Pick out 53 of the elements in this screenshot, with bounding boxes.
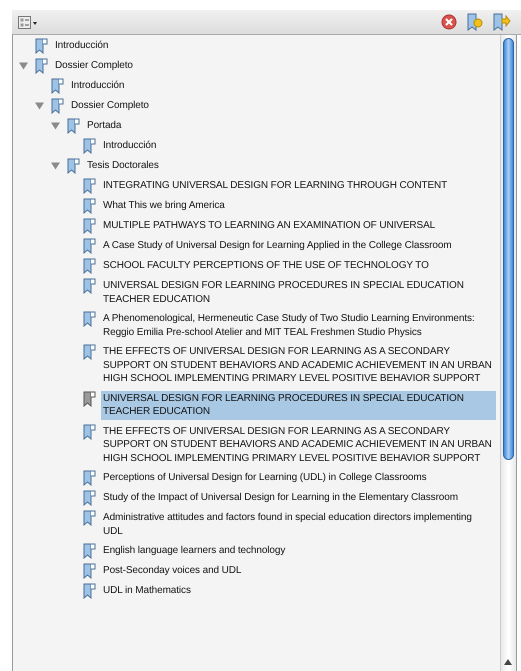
bookmark-icon — [67, 158, 80, 174]
scrollbar[interactable] — [500, 35, 516, 671]
bookmark-item[interactable]: INTEGRATING UNIVERSAL DESIGN FOR LEARNING THROUGH CONTENT — [101, 178, 450, 194]
bookmark-icon — [83, 178, 96, 194]
delete-icon[interactable] — [441, 14, 457, 30]
bookmark-icon — [83, 218, 96, 234]
bookmark-item[interactable]: UDL in Mathematics — [101, 583, 193, 598]
bookmark-icon — [83, 198, 96, 214]
bookmark-item[interactable]: Introducción — [69, 78, 126, 94]
bookmark-icon — [83, 470, 96, 486]
bookmark-item[interactable]: SCHOOL FACULTY PERCEPTIONS OF THE USE OF TECHNOLOGY TO — [101, 258, 431, 274]
bookmark-icon — [83, 563, 96, 579]
bookmark-icon — [83, 344, 96, 360]
bookmark-item[interactable]: UNIVERSAL DESIGN FOR LEARNING PROCEDURES IN SPECIAL EDUCATION TEACHER EDUCATION — [101, 390, 496, 420]
bookmark-icon — [35, 58, 48, 74]
bookmark-item[interactable]: Administrative attitudes and factors found in special education directors implementing UDL — [101, 510, 496, 539]
bookmark-item[interactable]: Dossier Completo — [53, 58, 135, 74]
bookmark-item[interactable]: Dossier Completo — [69, 98, 151, 114]
bookmark-item[interactable]: Introducción — [53, 38, 110, 54]
bookmark-icon — [83, 543, 96, 559]
bookmark-item[interactable]: English language learners and technology — [101, 543, 288, 558]
bookmark-item[interactable]: THE EFFECTS OF UNIVERSAL DESIGN FOR LEARNING AS A SECONDARY SUPPORT ON STUDENT BEHAVIORS AND ACADEMIC ACHIEVEMENT IN AN URBAN HIGH SCHOOL IMPLEMENTING PRIMARY LEVEL POSITIVE BEHAVIOR SUPPORT — [101, 424, 496, 466]
bookmark-item[interactable]: A Case Study of Universal Design for Learning Applied in the College Classroom — [101, 238, 454, 254]
bookmark-item[interactable]: Introducción — [101, 138, 158, 154]
bookmark-icon — [83, 510, 96, 526]
bookmark-icon — [83, 583, 96, 599]
bookmark-item[interactable]: What This we bring America — [101, 198, 227, 214]
bookmark-item[interactable]: MULTIPLE PATHWAYS TO LEARNING AN EXAMINATION OF UNIVERSAL — [101, 218, 438, 234]
bookmark-item[interactable]: Post-Seconday voices and UDL — [101, 563, 244, 578]
bookmark-icon — [83, 424, 96, 440]
bookmark-icon — [83, 311, 96, 327]
bookmark-icon — [83, 258, 96, 274]
bookmark-icon — [83, 138, 96, 154]
bookmark-item[interactable]: UNIVERSAL DESIGN FOR LEARNING PROCEDURES IN SPECIAL EDUCATION TEACHER EDUCATION — [101, 278, 496, 307]
bookmark-icon — [67, 118, 80, 134]
new-bookmark-icon[interactable] — [467, 13, 483, 31]
bookmark-item[interactable]: A Phenomenological, Hermeneutic Case Study of Two Studio Learning Environments: Reggio Emilia Pre-school Atelier and MIT TEAL Freshmen Studio Physics — [101, 311, 496, 340]
bookmark-arrow-icon[interactable] — [493, 13, 511, 31]
scrollbar-thumb[interactable] — [503, 38, 514, 460]
bookmark-icon — [83, 390, 96, 406]
bookmark-item[interactable]: Perceptions of Universal Design for Learning (UDL) in College Classrooms — [101, 470, 428, 486]
bookmark-icon — [83, 490, 96, 506]
bookmark-icon — [83, 238, 96, 254]
bookmark-item[interactable]: Tesis Doctorales — [85, 158, 161, 174]
bookmark-item[interactable]: THE EFFECTS OF UNIVERSAL DESIGN FOR LEARNING AS A SECONDARY SUPPORT ON STUDENT BEHAVIORS AND ACADEMIC ACHIEVEMENT IN AN URBAN HIGH SCHOOL IMPLEMENTING PRIMARY LEVEL POSITIVE BEHAVIOR SUPPORT — [101, 344, 496, 386]
bookmark-item[interactable]: Portada — [85, 118, 124, 134]
bookmark-icon — [83, 278, 96, 294]
bookmark-icon — [51, 98, 64, 114]
bookmark-item[interactable]: Study of the Impact of Universal Design for Learning in the Elementary Classroom — [101, 490, 460, 506]
options-menu-button[interactable] — [18, 16, 38, 28]
bookmark-icon — [35, 38, 48, 54]
scroll-up-arrow-icon[interactable] — [504, 659, 512, 665]
bookmark-icon — [51, 78, 64, 94]
